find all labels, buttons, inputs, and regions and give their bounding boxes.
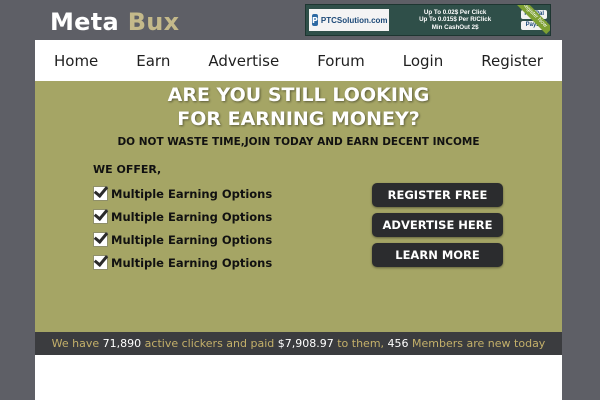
banner-logo: P PTCSolution.com (309, 9, 389, 31)
nav-earn[interactable]: Earn (136, 52, 170, 70)
banner-logo-text: PTCSolution.com (320, 15, 388, 25)
feature-label: Multiple Earning Options (111, 255, 273, 270)
banner-line-1: Up To 0.02$ Per Click (423, 8, 487, 16)
main-content: Home Earn Advertise Forum Login Register… (35, 40, 562, 400)
checkbox-checked-icon (93, 232, 108, 247)
nav-advertise[interactable]: Advertise (208, 52, 279, 70)
total-paid-amount: $7,908.97 (277, 337, 334, 350)
stats-text-1: We have (51, 337, 100, 350)
checkbox-checked-icon (93, 255, 108, 270)
advertisement-banner[interactable]: P PTCSolution.com Up To 0.02$ Per Click … (305, 4, 551, 36)
main-nav: Home Earn Advertise Forum Login Register (35, 40, 562, 81)
feature-item: Multiple Earning Options (93, 182, 272, 205)
stats-text-2: active clickers and paid (144, 337, 275, 350)
register-free-button[interactable]: REGISTER FREE (372, 183, 503, 207)
hero-headline-line-1: ARE YOU STILL LOOKING (167, 84, 430, 106)
checkbox-checked-icon (93, 186, 108, 201)
feature-item: Multiple Earning Options (93, 205, 272, 228)
banner-text: Up To 0.02$ Per Click Up To 0.015$ Per R… (389, 9, 521, 32)
active-clickers-count: 71,890 (102, 337, 142, 350)
hero-headline: ARE YOU STILL LOOKING FOR EARNING MONEY? (35, 83, 562, 131)
offer-label: WE OFFER, (93, 163, 162, 176)
site-logo[interactable]: Meta Bux (50, 8, 179, 36)
nav-register[interactable]: Register (481, 52, 543, 70)
new-members-count: 456 (387, 337, 409, 350)
checkbox-checked-icon (93, 209, 108, 224)
feature-item: Multiple Earning Options (93, 228, 272, 251)
stats-bar: We have 71,890 active clickers and paid … (35, 332, 562, 355)
advertise-here-button[interactable]: ADVERTISE HERE (372, 213, 503, 237)
stats-text-3: to them, (337, 337, 385, 350)
feature-list: Multiple Earning Options Multiple Earnin… (93, 182, 272, 274)
banner-line-3: Min CashOut 2$ (431, 23, 479, 31)
feature-label: Multiple Earning Options (111, 186, 273, 201)
hero-subheadline: DO NOT WASTE TIME,JOIN TODAY AND EARN DE… (117, 136, 480, 148)
hero-headline-line-2: FOR EARNING MONEY? (177, 108, 420, 130)
cta-buttons: REGISTER FREE ADVERTISE HERE LEARN MORE (372, 183, 503, 267)
nav-login[interactable]: Login (403, 52, 443, 70)
feature-item: Multiple Earning Options (93, 251, 272, 274)
nav-home[interactable]: Home (54, 52, 98, 70)
feature-label: Multiple Earning Options (111, 209, 273, 224)
stats-text-4: Members are new today (412, 337, 546, 350)
hero-section: ARE YOU STILL LOOKING FOR EARNING MONEY?… (35, 81, 562, 342)
ptc-logo-icon: P (312, 14, 318, 26)
learn-more-button[interactable]: LEARN MORE (372, 243, 503, 267)
feature-label: Multiple Earning Options (111, 232, 273, 247)
banner-line-2: Up To 0.015$ Per R/Click (419, 16, 492, 24)
nav-forum[interactable]: Forum (317, 52, 365, 70)
logo-word-meta: Meta (50, 8, 120, 36)
logo-word-bux: Bux (127, 8, 180, 36)
